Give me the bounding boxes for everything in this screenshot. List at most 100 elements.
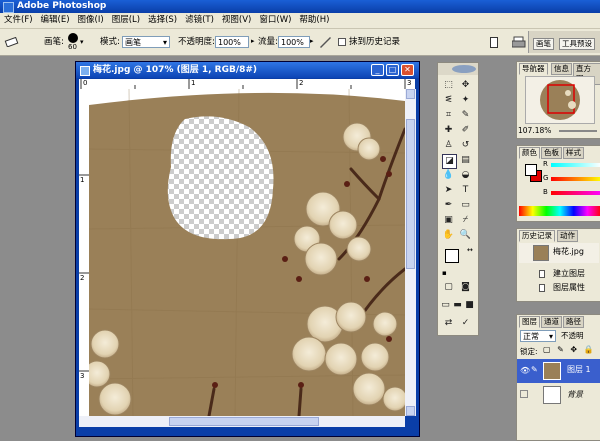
tab-channels[interactable]: 通道 — [541, 316, 562, 328]
flow-value: 100% — [281, 38, 304, 47]
layer-row[interactable]: 背景 — [517, 383, 600, 407]
brush-dropdown-icon[interactable]: ▾ — [80, 38, 84, 46]
standard-mode-icon[interactable]: ▢ — [442, 281, 455, 294]
green-slider[interactable] — [551, 177, 600, 181]
vertical-scrollbar[interactable] — [405, 89, 416, 416]
airbrush-icon[interactable] — [318, 35, 332, 49]
notes-tool-icon[interactable]: ▣ — [442, 214, 455, 227]
well-tab-brushes[interactable]: 画笔 — [533, 38, 554, 50]
scroll-up-button[interactable] — [406, 89, 415, 99]
maximize-button[interactable]: □ — [386, 64, 399, 76]
eyedropper-tool-icon[interactable]: ⌿ — [459, 214, 472, 227]
mode-select[interactable]: 画笔 ▾ — [122, 36, 170, 48]
history-item[interactable]: 建立图层 — [519, 267, 599, 281]
menu-help[interactable]: 帮助(H) — [295, 13, 333, 28]
menu-file[interactable]: 文件(F) — [0, 13, 37, 28]
opacity-arrow-icon[interactable]: ▸ — [251, 37, 255, 45]
shape-tool-icon[interactable]: ▭ — [459, 199, 472, 212]
minimize-button[interactable]: _ — [371, 64, 384, 76]
tab-history[interactable]: 历史记录 — [519, 230, 555, 242]
hand-tool-icon[interactable]: ✋ — [442, 229, 455, 242]
ruler-v-2: 2 — [80, 274, 85, 282]
brush-link-icon[interactable]: ✎ — [531, 365, 538, 374]
lasso-tool-icon[interactable]: ᓬ — [442, 94, 455, 107]
well-tab-tool-presets[interactable]: 工具预设 — [559, 38, 595, 50]
tab-info[interactable]: 信息 — [551, 63, 572, 75]
erase-to-history-label: 抹到历史记录 — [349, 37, 401, 47]
document-window[interactable]: 梅花.jpg @ 107% (图层 1, RGB/8#) _ □ ✕ 0 1 2… — [75, 61, 420, 437]
close-button[interactable]: ✕ — [401, 64, 414, 76]
menu-select[interactable]: 选择(S) — [144, 13, 181, 28]
flow-input[interactable]: 100% — [278, 36, 310, 48]
lock-icons[interactable]: ▢ ✎ ✥ 🔒 — [543, 345, 596, 354]
history-brush-icon[interactable]: ↺ — [459, 139, 472, 152]
history-snapshot-row[interactable]: 梅花.jpg — [519, 243, 599, 263]
pen-tool-icon[interactable]: ✒ — [442, 199, 455, 212]
color-spectrum-bar[interactable] — [519, 206, 600, 216]
document-icon[interactable] — [490, 37, 498, 48]
tab-paths[interactable]: 路径 — [563, 316, 584, 328]
foreground-color-swatch[interactable] — [445, 249, 459, 263]
image-canvas[interactable] — [89, 89, 405, 416]
document-title-bar[interactable]: 梅花.jpg @ 107% (图层 1, RGB/8#) — [76, 62, 419, 78]
history-item[interactable]: 图层属性 — [519, 281, 599, 295]
type-tool-icon[interactable]: T — [459, 184, 472, 197]
blend-mode-select[interactable]: 正常 ▾ — [520, 330, 556, 342]
brush-tool-icon[interactable]: ✐ — [459, 124, 472, 137]
navigator-zoom-slider[interactable] — [559, 130, 597, 132]
brush-tip-preview[interactable] — [68, 33, 78, 43]
color-fg-swatch[interactable] — [525, 164, 537, 176]
tab-navigator[interactable]: 导航器 — [519, 63, 548, 75]
magic-wand-tool-icon[interactable]: ✦ — [459, 94, 472, 107]
swap-colors-icon[interactable]: ↔ — [467, 246, 473, 254]
tab-layers[interactable]: 图层 — [519, 316, 540, 328]
tab-color[interactable]: 颜色 — [519, 147, 540, 159]
red-slider[interactable] — [551, 163, 600, 167]
screen-mode-standard-icon[interactable]: ▭ — [440, 299, 451, 312]
visibility-toggle[interactable] — [520, 390, 528, 398]
dodge-tool-icon[interactable]: ◒ — [459, 169, 472, 182]
tab-actions[interactable]: 动作 — [557, 230, 578, 242]
menu-layer[interactable]: 图层(L) — [108, 13, 144, 28]
color-label-g: G — [543, 174, 549, 182]
quick-mask-icon[interactable]: ◙ — [459, 281, 472, 294]
horizontal-scroll-thumb[interactable] — [169, 417, 319, 426]
default-colors-icon[interactable]: ▪ — [442, 269, 447, 277]
horizontal-scrollbar[interactable] — [79, 416, 405, 427]
opacity-input[interactable]: 100% — [215, 36, 249, 48]
eraser-tool-icon[interactable]: ◪ — [442, 154, 457, 169]
path-select-icon[interactable]: ➤ — [442, 184, 455, 197]
jump-to-imageready-icon[interactable]: ⇄ — [442, 317, 455, 330]
navigator-zoom[interactable]: 107.18% — [518, 126, 551, 135]
print-icon[interactable] — [511, 36, 526, 48]
toolbox-header[interactable] — [438, 63, 478, 75]
scroll-down-button[interactable] — [406, 406, 415, 416]
gradient-tool-icon[interactable]: ▤ — [459, 154, 472, 167]
layer-row-active[interactable]: 👁 ✎ 图层 1 — [517, 359, 600, 383]
move-tool-icon[interactable]: ✥ — [459, 79, 472, 92]
screen-mode-menu-icon[interactable]: ▬ — [452, 299, 463, 312]
flow-arrow-icon[interactable]: ▸ — [310, 37, 314, 45]
menu-window[interactable]: 窗口(W) — [255, 13, 295, 28]
blur-tool-icon[interactable]: 💧 — [442, 169, 455, 182]
screen-mode-full-icon[interactable]: ■ — [464, 299, 475, 312]
menu-filter[interactable]: 滤镜(T) — [181, 13, 218, 28]
menu-edit[interactable]: 编辑(E) — [37, 13, 74, 28]
zoom-tool-icon[interactable]: 🔍 — [459, 229, 472, 242]
clone-stamp-icon[interactable]: ♙ — [442, 139, 455, 152]
healing-brush-icon[interactable]: ✚ — [442, 124, 455, 137]
vertical-scroll-thumb[interactable] — [406, 119, 415, 269]
erase-to-history-checkbox[interactable] — [338, 38, 346, 46]
eye-icon[interactable]: 👁 — [520, 366, 530, 375]
slice-tool-icon[interactable]: ✎ — [459, 109, 472, 122]
blue-slider[interactable] — [551, 191, 600, 195]
menu-view[interactable]: 视图(V) — [218, 13, 255, 28]
checkmark-icon[interactable]: ✓ — [459, 317, 472, 330]
menu-image[interactable]: 图像(I) — [74, 13, 108, 28]
tab-styles[interactable]: 样式 — [563, 147, 584, 159]
marquee-tool-icon[interactable]: ⬚ — [442, 79, 455, 92]
navigator-preview[interactable] — [525, 76, 595, 124]
eraser-tool-preset-icon[interactable] — [4, 36, 20, 48]
tab-swatches[interactable]: 色板 — [541, 147, 562, 159]
crop-tool-icon[interactable]: ⌗ — [442, 109, 455, 122]
